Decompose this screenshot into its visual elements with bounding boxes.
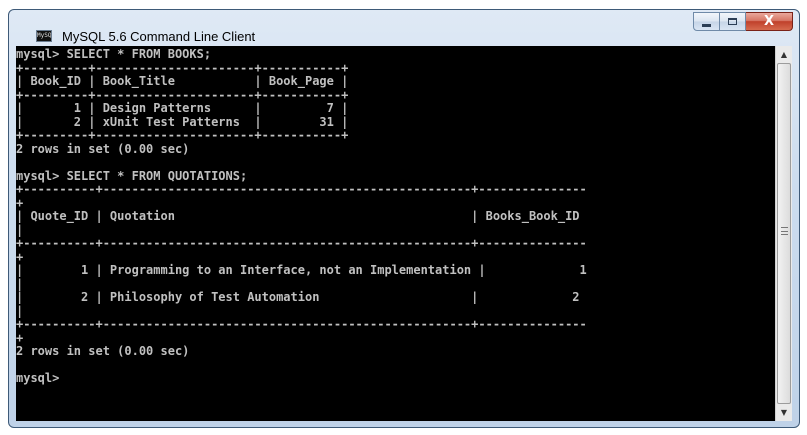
mysql-app-icon[interactable]: MySQL [36,30,52,42]
vertical-scrollbar[interactable]: ▲ ▼ [775,46,792,421]
maximize-button[interactable] [720,12,746,31]
console-line: | Quote_ID | Quotation | Books_Book_ID [16,209,580,223]
caption-buttons: X [693,12,793,32]
console-line: | 2 | xUnit Test Patterns | 31 | [16,114,349,129]
console-line: 2 rows in set (0.00 sec) [16,141,190,156]
console-line: | [16,222,24,237]
close-icon: X [763,14,775,29]
scroll-up-icon[interactable]: ▲ [776,46,792,63]
console-line: +---------+----------------------+------… [16,60,349,75]
console-line: | 1 | Programming to an Interface, not a… [16,263,587,277]
console-line: mysql> SELECT * FROM QUOTATIONS; [16,168,248,183]
title-bar[interactable]: MySQL MySQL 5.6 Command Line Client [9,10,799,46]
console-line: | 1 | Design Patterns | 7 | [16,101,349,115]
scroll-down-icon[interactable]: ▼ [776,404,792,421]
console-line: 2 rows in set (0.00 sec) [16,344,190,358]
console-line: | Book_ID | Book_Title | Book_Page | [16,74,349,88]
minimize-icon [702,23,711,27]
close-button[interactable]: X [746,12,793,31]
maximize-icon [728,18,737,25]
console-line: | 2 | Philosophy of Test Automation | 2 [16,290,580,304]
console-line: mysql> [16,371,60,385]
minimize-button[interactable] [693,12,720,31]
console-line: +---------+----------------------+------… [16,87,349,102]
scroll-thumb[interactable] [777,63,791,404]
grip-icon [781,227,788,235]
console-line: + [16,330,24,345]
console-window: MySQL MySQL 5.6 Command Line Client X my… [8,9,800,428]
console-text: mysql> SELECT * FROM BOOKS; +---------+-… [16,46,775,386]
console-line: | [16,276,24,291]
console-line: +----------+----------------------------… [16,182,587,196]
console-line: +---------+----------------------+------… [16,128,349,142]
window-title: MySQL 5.6 Command Line Client [62,29,256,44]
console-line: +----------+----------------------------… [16,317,587,331]
console-line: +----------+----------------------------… [16,236,587,250]
console-line: mysql> SELECT * FROM BOOKS; [16,47,212,61]
console-line: + [16,195,24,210]
console-line: | [16,303,24,318]
console-output[interactable]: mysql> SELECT * FROM BOOKS; +---------+-… [16,46,775,421]
console-line: + [16,249,24,264]
